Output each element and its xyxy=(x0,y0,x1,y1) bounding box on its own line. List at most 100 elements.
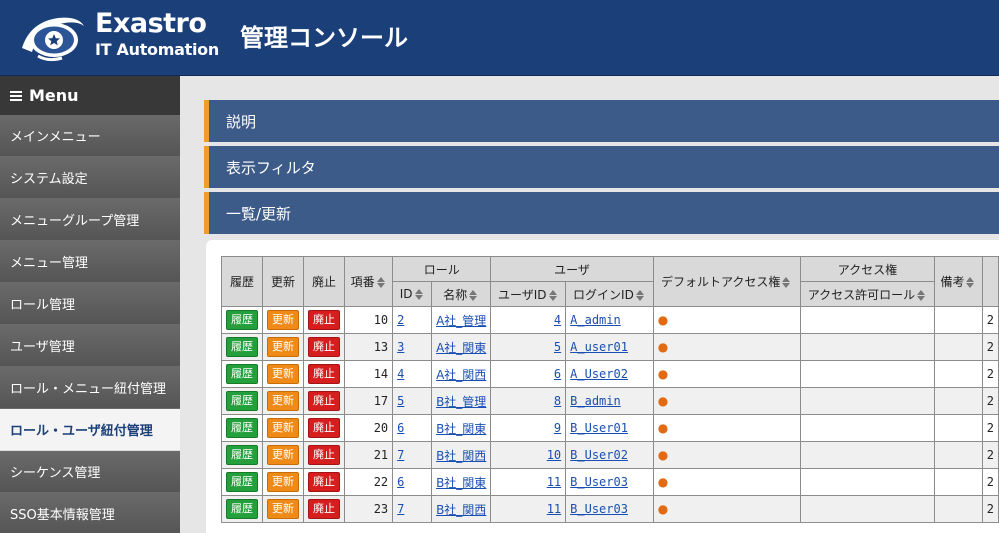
history-button[interactable]: 履歴 xyxy=(226,337,258,357)
section-list-update[interactable]: 一覧/更新 xyxy=(204,192,999,234)
user-id-link[interactable]: 11 xyxy=(547,475,561,489)
history-button[interactable]: 履歴 xyxy=(226,445,258,465)
update-button[interactable]: 更新 xyxy=(267,364,299,384)
role-name-link[interactable]: A社_管理 xyxy=(436,314,486,328)
history-button[interactable]: 履歴 xyxy=(226,391,258,411)
update-button[interactable]: 更新 xyxy=(267,472,299,492)
history-button[interactable]: 履歴 xyxy=(226,499,258,519)
col-item-no[interactable]: 項番 xyxy=(343,256,394,307)
col-role-name[interactable]: 名称 xyxy=(431,281,492,307)
col-login-id[interactable]: ログインID xyxy=(565,281,654,307)
col-remarks[interactable]: 備考 xyxy=(934,256,983,307)
extra-cell: 2 xyxy=(981,333,999,361)
discard-button[interactable]: 廃止 xyxy=(308,445,340,465)
col-group-user: ユーザ xyxy=(490,256,654,282)
role-name-link[interactable]: A社_関東 xyxy=(436,341,486,355)
login-id-link[interactable]: A_admin xyxy=(570,313,621,327)
history-button[interactable]: 履歴 xyxy=(226,364,258,384)
login-id-link[interactable]: A_user01 xyxy=(570,340,628,354)
login-id-link[interactable]: B_User02 xyxy=(570,448,628,462)
update-button[interactable]: 更新 xyxy=(267,310,299,330)
sidebar-item[interactable]: ロール・メニュー紐付管理 xyxy=(0,367,180,409)
role-id-link[interactable]: 6 xyxy=(397,421,404,435)
history-button[interactable]: 履歴 xyxy=(226,418,258,438)
user-id-link[interactable]: 10 xyxy=(547,448,561,462)
role-name-link[interactable]: B社_管理 xyxy=(436,395,486,409)
role-name-link[interactable]: B社_関西 xyxy=(436,449,486,463)
role-id-link[interactable]: 4 xyxy=(397,367,404,381)
user-id-link[interactable]: 9 xyxy=(554,421,561,435)
sort-icon[interactable] xyxy=(781,277,792,288)
role-id-link[interactable]: 7 xyxy=(397,448,404,462)
user-id-link[interactable]: 8 xyxy=(554,394,561,408)
discard-button[interactable]: 廃止 xyxy=(308,364,340,384)
login-id-link[interactable]: B_User01 xyxy=(570,421,628,435)
login-id-link[interactable]: B_admin xyxy=(570,394,621,408)
discard-button[interactable]: 廃止 xyxy=(308,499,340,519)
update-button[interactable]: 更新 xyxy=(267,391,299,411)
sidebar-item[interactable]: システム設定 xyxy=(0,157,180,199)
sidebar-item[interactable]: ロール管理 xyxy=(0,283,180,325)
discard-button[interactable]: 廃止 xyxy=(308,418,340,438)
sidebar-item[interactable]: メニューグループ管理 xyxy=(0,199,180,241)
history-cell: 履歴 xyxy=(221,414,263,442)
discard-button[interactable]: 廃止 xyxy=(308,472,340,492)
login-id-link[interactable]: A_User02 xyxy=(570,367,628,381)
sidebar-item[interactable]: ユーザ管理 xyxy=(0,325,180,367)
sort-icon[interactable] xyxy=(635,289,646,301)
col-access-roles[interactable]: アクセス許可ロール xyxy=(799,281,936,307)
col-history: 履歴 xyxy=(221,256,263,307)
history-button[interactable]: 履歴 xyxy=(226,310,258,330)
user-id-link[interactable]: 11 xyxy=(547,502,561,516)
discard-button[interactable]: 廃止 xyxy=(308,391,340,411)
sidebar-item-label: ロール管理 xyxy=(10,298,76,313)
col-default-access[interactable]: デフォルトアクセス権 xyxy=(652,256,801,307)
section-display-filter[interactable]: 表示フィルタ xyxy=(204,146,999,188)
role-name-link[interactable]: B社_関東 xyxy=(436,476,486,490)
update-button[interactable]: 更新 xyxy=(267,445,299,465)
table-row: 履歴 更新 廃止 10 2 A社_管理 4 A_admin ● 2 xyxy=(221,306,999,334)
col-user-id[interactable]: ユーザID xyxy=(490,281,567,307)
sort-icon[interactable] xyxy=(468,289,479,301)
role-name-link[interactable]: B社_関東 xyxy=(436,422,486,436)
sort-icon[interactable] xyxy=(414,289,425,300)
role-id-link[interactable]: 7 xyxy=(397,502,404,516)
sidebar-item[interactable]: ロール・ユーザ紐付管理 xyxy=(0,409,180,451)
sidebar-item[interactable]: シーケンス管理 xyxy=(0,451,180,493)
sidebar-item[interactable]: メニュー管理 xyxy=(0,241,180,283)
sidebar-item[interactable]: メインメニュー xyxy=(0,115,180,157)
discard-button[interactable]: 廃止 xyxy=(308,337,340,357)
history-button[interactable]: 履歴 xyxy=(226,472,258,492)
item-no-cell: 20 xyxy=(343,414,394,442)
menu-header[interactable]: Menu xyxy=(0,76,180,115)
role-name-link[interactable]: A社_関西 xyxy=(436,368,486,382)
role-id-link[interactable]: 6 xyxy=(397,475,404,489)
user-id-link[interactable]: 4 xyxy=(554,313,561,327)
sidebar-item[interactable]: SSO基本情報管理 xyxy=(0,493,180,533)
remarks-cell xyxy=(934,495,983,523)
sort-icon[interactable] xyxy=(916,289,927,301)
sort-icon[interactable] xyxy=(965,277,976,288)
sort-icon[interactable] xyxy=(376,277,387,288)
col-role-id[interactable]: ID xyxy=(392,281,433,307)
access-roles-cell xyxy=(799,495,936,523)
history-cell: 履歴 xyxy=(221,333,263,361)
user-id-cell: 5 xyxy=(490,333,567,361)
section-description[interactable]: 説明 xyxy=(204,100,999,142)
sort-icon[interactable] xyxy=(548,289,559,301)
role-name-link[interactable]: B社_関西 xyxy=(436,503,486,517)
role-id-link[interactable]: 2 xyxy=(397,313,404,327)
role-id-link[interactable]: 3 xyxy=(397,340,404,354)
login-id-link[interactable]: B_User03 xyxy=(570,502,628,516)
role-user-table: 履歴 更新 廃止 項番 ロール ユーザ デフォルトアクセス権 アクセス権 備考 … xyxy=(221,256,999,523)
update-button[interactable]: 更新 xyxy=(267,418,299,438)
col-update: 更新 xyxy=(262,256,304,307)
user-id-link[interactable]: 5 xyxy=(554,340,561,354)
role-name-cell: B社_関西 xyxy=(431,441,492,469)
update-button[interactable]: 更新 xyxy=(267,337,299,357)
update-button[interactable]: 更新 xyxy=(267,499,299,519)
discard-button[interactable]: 廃止 xyxy=(308,310,340,330)
role-id-link[interactable]: 5 xyxy=(397,394,404,408)
login-id-link[interactable]: B_User03 xyxy=(570,475,628,489)
user-id-link[interactable]: 6 xyxy=(554,367,561,381)
